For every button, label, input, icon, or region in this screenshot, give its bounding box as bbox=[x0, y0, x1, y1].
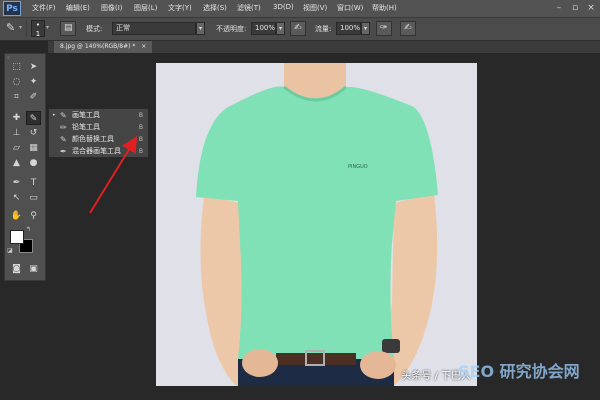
foreground-color-swatch[interactable] bbox=[10, 230, 24, 244]
annotation-arrow bbox=[89, 136, 138, 214]
